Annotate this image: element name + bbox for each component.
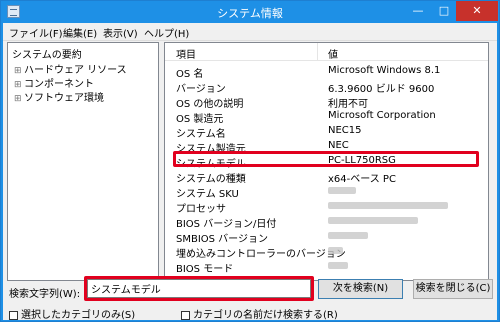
- table-row[interactable]: バージョン 6.3.9600 ビルド 9600: [165, 78, 488, 95]
- obscured-value: [328, 231, 368, 239]
- row-value: [328, 260, 348, 271]
- tree-item-hardware-resources[interactable]: ⊞ ハードウェア リソース: [14, 61, 127, 76]
- list-header: 項目 値: [165, 43, 488, 61]
- tree-item-components[interactable]: ⊞ コンポーネント: [14, 75, 94, 90]
- menu-bar: ファイル(F) 編集(E) 表示(V) ヘルプ(H): [3, 23, 497, 41]
- system-info-window: システム情報 — □ ✕ ファイル(F) 編集(E) 表示(V) ヘルプ(H) …: [0, 0, 500, 322]
- table-row[interactable]: BIOS モード: [165, 258, 488, 275]
- obscured-value: [328, 186, 356, 194]
- search-input[interactable]: [87, 279, 311, 298]
- menu-edit[interactable]: 編集(E): [63, 25, 97, 40]
- table-row[interactable]: プロセッサ: [165, 198, 488, 215]
- table-row[interactable]: システムの種類 x64-ベース PC: [165, 168, 488, 185]
- column-header-value[interactable]: 値: [328, 46, 338, 61]
- menu-help[interactable]: ヘルプ(H): [144, 25, 189, 40]
- obscured-value: [328, 261, 348, 269]
- find-next-button[interactable]: 次を検索(N): [318, 279, 403, 299]
- table-row[interactable]: システム名 NEC15: [165, 123, 488, 140]
- row-value: Microsoft Windows 8.1: [328, 65, 441, 76]
- table-row[interactable]: 埋め込みコントローラーのバージョン: [165, 243, 488, 260]
- obscured-value: [328, 246, 343, 254]
- row-value: [328, 185, 356, 196]
- search-label: 検索文字列(W):: [9, 289, 81, 300]
- row-value: NEC: [328, 140, 349, 151]
- tree-item-label: ソフトウェア環境: [24, 93, 104, 104]
- row-item: BIOS モード: [176, 264, 234, 275]
- close-button[interactable]: ✕: [456, 1, 498, 21]
- checkbox-box[interactable]: [9, 310, 18, 320]
- obscured-value: [328, 216, 418, 224]
- expand-icon[interactable]: ⊞: [14, 94, 24, 104]
- row-value: Microsoft Corporation: [328, 110, 436, 121]
- row-value: [328, 200, 448, 211]
- window-client-area: ファイル(F) 編集(E) 表示(V) ヘルプ(H) システムの要約 ⊞ ハードウ…: [3, 23, 497, 321]
- search-category-names-checkbox[interactable]: カテゴリの名前だけ検索する(R): [181, 306, 338, 321]
- close-find-button[interactable]: 検索を閉じる(C): [413, 279, 493, 299]
- row-value: NEC15: [328, 125, 362, 136]
- table-row[interactable]: OS 名 Microsoft Windows 8.1: [165, 63, 488, 80]
- row-value: PC-LL750RSG: [328, 155, 396, 166]
- menu-file[interactable]: ファイル(F): [9, 25, 63, 40]
- table-row[interactable]: BIOS バージョン/日付: [165, 213, 488, 230]
- tree-item-software-environment[interactable]: ⊞ ソフトウェア環境: [14, 89, 104, 104]
- column-header-item[interactable]: 項目: [176, 46, 196, 61]
- checkbox-box[interactable]: [181, 310, 190, 320]
- table-row[interactable]: OS の他の説明 利用不可: [165, 93, 488, 110]
- checkbox-label: カテゴリの名前だけ検索する(R): [193, 310, 338, 321]
- selected-category-only-checkbox[interactable]: 選択したカテゴリのみ(S): [9, 306, 135, 321]
- row-value: [328, 215, 418, 226]
- minimize-button[interactable]: —: [405, 1, 431, 21]
- row-value: [328, 230, 368, 241]
- tree-item-system-summary[interactable]: システムの要約: [12, 46, 82, 61]
- checkbox-label: 選択したカテゴリのみ(S): [21, 310, 136, 321]
- table-row[interactable]: システム SKU: [165, 183, 488, 200]
- column-divider[interactable]: [317, 43, 318, 60]
- title-bar[interactable]: システム情報 — □ ✕: [1, 1, 499, 23]
- table-row[interactable]: OS 製造元 Microsoft Corporation: [165, 108, 488, 125]
- menu-view[interactable]: 表示(V): [103, 25, 138, 40]
- row-value: [328, 245, 343, 256]
- maximize-button[interactable]: □: [431, 1, 457, 21]
- category-tree[interactable]: システムの要約 ⊞ ハードウェア リソース ⊞ コンポーネント ⊞ ソフトウェア環境: [7, 42, 159, 281]
- table-row[interactable]: システム製造元 NEC: [165, 138, 488, 155]
- table-row[interactable]: SMBIOS バージョン: [165, 228, 488, 245]
- list-rows: OS 名 Microsoft Windows 8.1 バージョン 6.3.9600 ビ…: [165, 63, 488, 275]
- details-list[interactable]: 項目 値 OS 名 Microsoft Windows 8.1 バージョン 6.3.9…: [164, 42, 489, 281]
- obscured-value: [328, 201, 448, 209]
- table-row[interactable]: システムモデル PC-LL750RSG: [165, 153, 488, 170]
